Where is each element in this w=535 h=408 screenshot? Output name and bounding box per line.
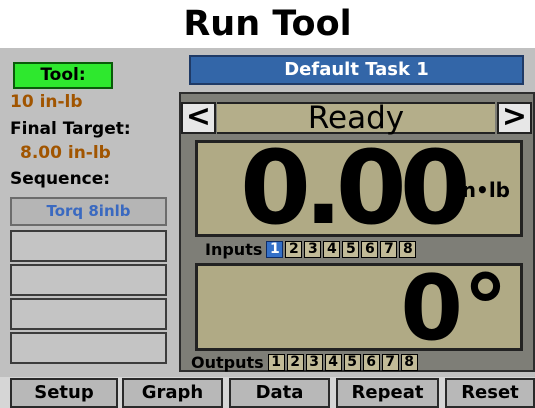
- output-indicator-8: 8: [400, 354, 418, 371]
- output-indicator-6: 6: [362, 354, 380, 371]
- torque-readout: 0.00 in•lb: [195, 133, 523, 245]
- tool-value: 10 in-lb: [10, 92, 83, 112]
- final-target-label: Final Target:: [10, 119, 131, 139]
- final-target-value: 8.00 in-lb: [20, 143, 111, 163]
- angle-value: 0°: [400, 256, 508, 361]
- tool-label: Tool:: [13, 62, 113, 89]
- sequence-step-button[interactable]: Torq 8inlb: [10, 197, 167, 226]
- output-indicator-1: 1: [267, 354, 285, 371]
- sequence-slot[interactable]: [10, 332, 167, 364]
- inputs-label: Inputs: [205, 239, 263, 259]
- next-button[interactable]: >: [497, 102, 532, 134]
- torque-unit: in•lb: [454, 178, 510, 202]
- data-button[interactable]: Data: [229, 378, 330, 408]
- inputs-row: Inputs 1 2 3 4 5 6 7 8: [205, 240, 418, 259]
- input-indicator-7: 7: [380, 241, 398, 258]
- repeat-button[interactable]: Repeat: [336, 378, 439, 408]
- input-indicator-5: 5: [342, 241, 360, 258]
- angle-readout: 0°: [195, 260, 523, 358]
- sequence-slot[interactable]: [10, 298, 167, 330]
- outputs-row: Outputs 1 2 3 4 5 6 7 8: [191, 353, 420, 372]
- output-indicator-2: 2: [286, 354, 304, 371]
- output-indicator-7: 7: [381, 354, 399, 371]
- run-panel: < Ready > 0.00 in•lb Inputs 1 2 3 4 5 6 7 8 0° O…: [179, 92, 535, 372]
- run-tool-screen: Run Tool Default Task 1 Tool: 10 in-lb F…: [0, 0, 535, 408]
- sequence-slot[interactable]: [10, 230, 167, 262]
- output-indicator-5: 5: [343, 354, 361, 371]
- task-name-bar[interactable]: Default Task 1: [189, 55, 524, 85]
- graph-button[interactable]: Graph: [122, 378, 223, 408]
- reset-button[interactable]: Reset: [445, 378, 535, 408]
- input-indicator-1: 1: [266, 241, 284, 258]
- input-indicator-4: 4: [323, 241, 341, 258]
- previous-button[interactable]: <: [181, 102, 216, 134]
- inputs-indicators: 12345678: [266, 239, 418, 258]
- input-indicator-2: 2: [285, 241, 303, 258]
- output-indicator-4: 4: [324, 354, 342, 371]
- output-indicator-3: 3: [305, 354, 323, 371]
- outputs-indicators: 12345678: [267, 352, 420, 371]
- page-title: Run Tool: [0, 0, 535, 48]
- input-indicator-6: 6: [361, 241, 379, 258]
- sequence-label: Sequence:: [10, 169, 111, 189]
- input-indicator-3: 3: [304, 241, 322, 258]
- sequence-slot[interactable]: [10, 264, 167, 296]
- torque-value: 0.00: [240, 129, 471, 248]
- setup-button[interactable]: Setup: [10, 378, 118, 408]
- outputs-label: Outputs: [191, 352, 264, 372]
